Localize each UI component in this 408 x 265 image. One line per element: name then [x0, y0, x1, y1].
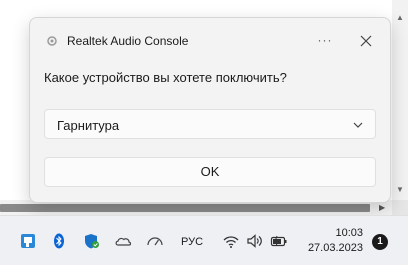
- taskbar: РУС 10:03 27.03.2023 1: [0, 215, 408, 265]
- device-question: Какое устройство вы хотете поключить?: [44, 70, 287, 85]
- scroll-down-arrow-icon[interactable]: ▼: [396, 186, 404, 194]
- vertical-scrollbar[interactable]: ▲ ▼: [392, 0, 408, 200]
- realtek-dialog: Realtek Audio Console ··· Какое устройст…: [29, 17, 391, 203]
- realtek-app-icon: [47, 36, 57, 46]
- dialog-title: Realtek Audio Console: [67, 34, 189, 48]
- scroll-up-arrow-icon[interactable]: ▲: [396, 14, 404, 22]
- wifi-icon[interactable]: [222, 233, 240, 249]
- taskbar-clock[interactable]: 10:03 27.03.2023: [308, 226, 363, 254]
- device-dropdown-value: Гарнитура: [57, 118, 120, 133]
- notification-badge[interactable]: 1: [372, 234, 388, 250]
- file-explorer-icon[interactable]: [20, 233, 38, 249]
- clock-date: 27.03.2023: [307, 242, 363, 254]
- battery-icon[interactable]: [270, 233, 288, 249]
- device-dropdown[interactable]: Гарнитура: [44, 109, 376, 139]
- scrollbar-corner: [392, 200, 408, 215]
- more-options-button[interactable]: ···: [313, 30, 337, 52]
- scroll-right-arrow-icon[interactable]: ▶: [379, 203, 385, 212]
- windows-security-icon[interactable]: [83, 233, 101, 249]
- clock-time: 10:03: [335, 227, 363, 239]
- close-button[interactable]: [354, 30, 378, 52]
- performance-meter-icon[interactable]: [146, 233, 164, 249]
- language-indicator[interactable]: РУС: [181, 236, 203, 248]
- ok-button[interactable]: OK: [44, 157, 376, 187]
- onedrive-icon[interactable]: [114, 233, 132, 249]
- bluetooth-icon[interactable]: [50, 233, 68, 249]
- dialog-title-bar: Realtek Audio Console ···: [30, 18, 390, 64]
- chevron-down-icon: [353, 122, 363, 128]
- horizontal-scroll-thumb[interactable]: [0, 204, 370, 212]
- close-icon: [360, 35, 372, 47]
- speaker-icon[interactable]: [246, 233, 264, 249]
